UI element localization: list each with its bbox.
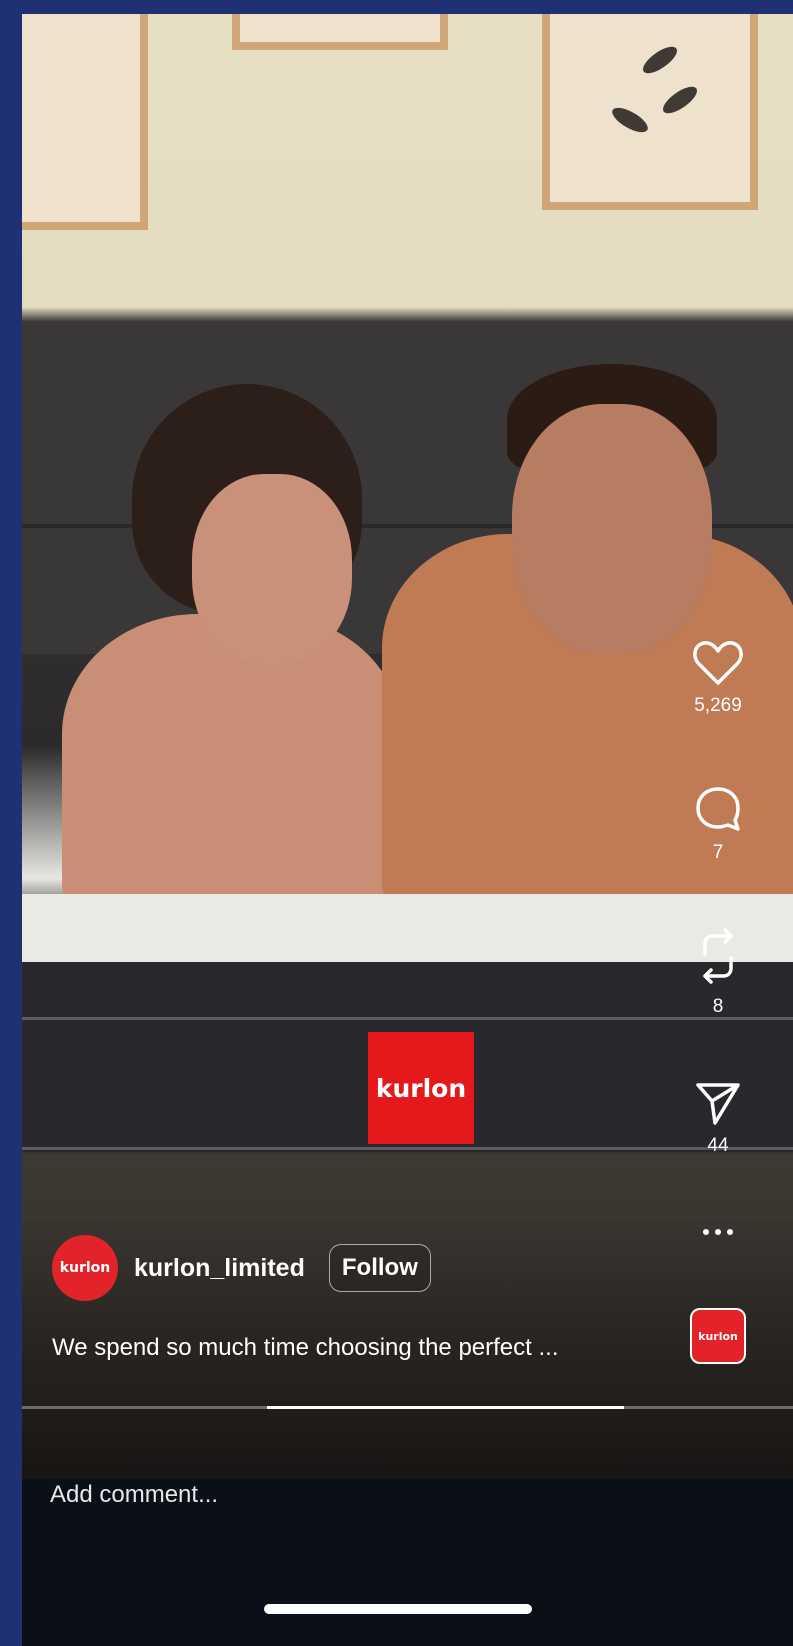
reel-screen: kurlon 5,269 7 8 44 kurlon kurlon_limite… <box>22 14 793 1646</box>
like-count: 5,269 <box>694 695 742 716</box>
repost-button[interactable]: 8 <box>688 924 748 1018</box>
wall-art-center <box>232 14 448 50</box>
playback-progress-fill <box>267 1406 624 1409</box>
caption-text[interactable]: We spend so much time choosing the perfe… <box>52 1334 652 1362</box>
more-icon <box>688 1222 748 1242</box>
brand-label: kurlon <box>368 1032 474 1144</box>
home-indicator[interactable] <box>264 1604 532 1614</box>
share-button[interactable]: 44 <box>688 1079 748 1157</box>
playback-progress-bar[interactable] <box>22 1406 793 1409</box>
comment-icon <box>688 784 748 834</box>
follow-button[interactable]: Follow <box>328 1244 431 1292</box>
audio-thumbnail[interactable]: kurlon <box>690 1308 746 1364</box>
wall-art-right <box>542 14 758 210</box>
author-row: kurlon kurlon_limited Follow <box>52 1235 431 1301</box>
heart-icon <box>688 639 748 687</box>
more-button[interactable] <box>688 1222 748 1242</box>
repost-count: 8 <box>712 996 724 1017</box>
username[interactable]: kurlon_limited <box>134 1254 305 1283</box>
wall-art-left <box>22 14 148 230</box>
send-icon <box>688 1079 748 1127</box>
repost-icon <box>688 924 748 988</box>
mattress-top <box>22 894 793 964</box>
avatar[interactable]: kurlon <box>52 1235 118 1301</box>
comment-count: 7 <box>712 842 724 863</box>
comment-button[interactable]: 7 <box>688 784 748 864</box>
share-count: 44 <box>707 1135 729 1156</box>
like-button[interactable]: 5,269 <box>688 639 748 717</box>
comment-input[interactable] <box>48 1474 652 1516</box>
